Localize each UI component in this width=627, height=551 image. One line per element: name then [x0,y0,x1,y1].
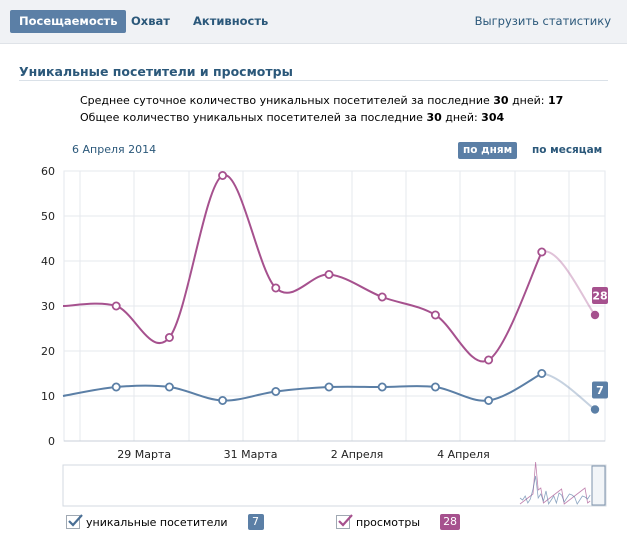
tab-attendance[interactable]: Посещаемость [10,10,127,33]
y-tick-label: 0 [48,435,55,448]
data-point [218,395,228,405]
data-point [111,301,121,311]
y-tick-label: 40 [41,255,55,268]
section-title: Уникальные посетители и просмотры [19,64,293,79]
data-point [430,382,440,392]
data-point [590,310,600,320]
y-tick-label: 60 [41,165,55,178]
visitors-legend-label: уникальные посетители [86,515,228,529]
section-divider [19,80,608,81]
y-tick-label: 30 [41,300,55,313]
current-date-label: 6 Апреля 2014 [72,143,157,156]
checkmark-icon [338,514,353,527]
data-point [164,332,174,342]
data-point [377,292,387,302]
data-point [377,382,387,392]
data-point [324,270,334,280]
total-visitors-days: 30 [426,111,442,124]
data-point [430,310,440,320]
by-month-button[interactable]: по месяцам [532,142,602,159]
data-point [324,382,334,392]
overview-selection [591,465,606,506]
checkmark-icon [68,514,83,527]
total-visitors-value: 304 [481,111,505,124]
by-day-button[interactable]: по дням [458,142,518,159]
legend-visitors[interactable]: уникальные посетители 7 [66,514,264,530]
average-visitors-text: Среднее суточное количество уникальных п… [80,94,490,107]
y-tick-label: 20 [41,345,55,358]
last-value-label: 28 [592,290,607,303]
average-visitors-days-suffix: дней: [512,94,545,107]
views-count-badge: 28 [440,514,461,530]
views-legend-label: просмотры [356,515,421,529]
total-visitors-stat: Общее количество уникальных посетителей … [80,111,504,124]
visitors-count-badge: 7 [247,514,264,530]
visitors-checkbox[interactable] [66,514,83,529]
total-visitors-text: Общее количество уникальных посетителей … [80,111,423,124]
data-point [271,283,281,293]
average-visitors-days: 30 [493,94,509,107]
views-checkbox[interactable] [336,514,353,529]
visitors-chart: 0 10 20 30 40 50 60 29 Марта 31 Марта 2 Апреля 4 А… [41,165,608,507]
data-point [590,405,600,414]
data-point [164,382,174,392]
data-point [218,170,228,180]
average-visitors-value: 17 [547,94,564,107]
x-tick-label: 31 Марта [224,448,278,461]
stats-tab-bar: Посещаемость Охват Активность Выгрузить … [0,0,627,44]
last-value-label: 7 [596,384,604,397]
y-tick-label: 50 [41,210,55,223]
legend-views[interactable]: просмотры 28 [336,514,461,530]
y-tick-label: 10 [41,390,55,403]
total-visitors-days-suffix: дней: [445,111,478,124]
data-point [484,395,494,405]
data-point [484,355,494,365]
overview-panel [62,464,607,507]
data-point [271,386,281,396]
tab-reach[interactable]: Охват [131,10,170,33]
x-tick-label: 29 Марта [117,448,171,461]
tab-activity[interactable]: Активность [193,10,268,33]
x-tick-label: 4 Апреля [437,448,490,461]
data-point [537,247,547,257]
data-point [111,382,121,392]
x-tick-label: 2 Апреля [331,448,384,461]
average-visitors-stat: Среднее суточное количество уникальных п… [80,94,563,107]
export-statistics-link[interactable]: Выгрузить статистику [475,10,611,33]
data-point [537,368,547,378]
